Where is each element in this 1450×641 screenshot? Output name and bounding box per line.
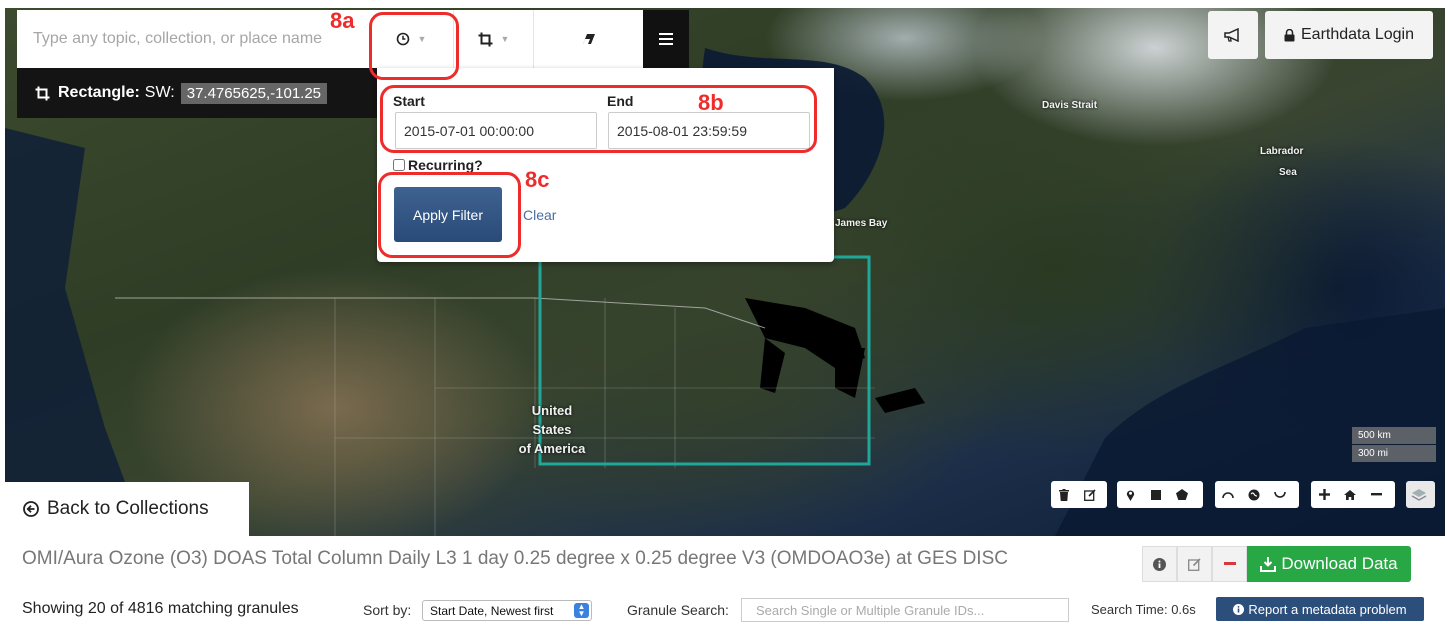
- report-metadata-label: Report a metadata problem: [1248, 601, 1407, 617]
- granule-panel: OMI/Aura Ozone (O3) DOAS Total Column Da…: [5, 536, 1445, 641]
- sort-select[interactable]: Start Date, Newest first ▲ ▼: [422, 600, 592, 621]
- minus-icon: [1370, 493, 1382, 496]
- annotation-label-8a: 8a: [330, 8, 355, 33]
- download-data-button[interactable]: Download Data: [1247, 546, 1411, 582]
- rectangle-label: Rectangle:: [58, 84, 140, 101]
- recurring-label: Recurring?: [408, 157, 483, 173]
- collection-info-button[interactable]: [1142, 546, 1177, 582]
- annotation-label-8b: 8b: [698, 90, 724, 115]
- edit-collection-button[interactable]: [1177, 546, 1212, 582]
- arrow-circle-left-icon: [23, 501, 39, 517]
- draw-rectangle-button[interactable]: [1143, 481, 1169, 508]
- search-input[interactable]: [17, 10, 369, 68]
- edit-icon: [1084, 488, 1096, 501]
- chevron-down-icon: ▼: [417, 34, 427, 44]
- layers-button[interactable]: [1406, 481, 1432, 508]
- trash-icon: [1059, 488, 1069, 501]
- clock-icon: [396, 32, 409, 46]
- layers-icon: [1411, 488, 1427, 501]
- select-arrows-icon: ▲ ▼: [574, 603, 589, 618]
- map-label-usa-line2: States: [532, 422, 572, 437]
- end-label: End: [607, 93, 634, 109]
- draw-edit-controls: [1051, 481, 1107, 508]
- search-time: Search Time: 0.6s: [1091, 602, 1196, 617]
- clear-filters-button[interactable]: [533, 10, 643, 68]
- edit-icon: [1188, 557, 1201, 571]
- home-button[interactable]: [1337, 481, 1363, 508]
- home-icon: [1344, 489, 1356, 500]
- arctic-projection-button[interactable]: [1215, 481, 1241, 508]
- chevron-down-icon: ▼: [500, 34, 510, 44]
- granule-search-input[interactable]: [741, 598, 1069, 622]
- delete-shape-button[interactable]: [1051, 481, 1077, 508]
- recurring-checkbox[interactable]: [393, 159, 405, 171]
- clear-link[interactable]: Clear: [523, 207, 556, 223]
- lock-icon: [1284, 28, 1295, 41]
- eraser-icon: [582, 34, 595, 44]
- start-date-input[interactable]: [395, 112, 597, 149]
- start-label: Start: [393, 93, 425, 109]
- temporal-dropdown: Start End Recurring? Apply Filter Clear: [377, 68, 834, 262]
- antarctic-icon: [1274, 491, 1286, 498]
- minus-icon: [1223, 562, 1236, 565]
- zoom-out-button[interactable]: [1363, 481, 1389, 508]
- collection-title: OMI/Aura Ozone (O3) DOAS Total Column Da…: [22, 548, 1008, 569]
- draw-polygon-button[interactable]: [1169, 481, 1195, 508]
- back-to-collections-button[interactable]: Back to Collections: [5, 482, 249, 536]
- hamburger-icon: [659, 33, 673, 45]
- geographic-projection-button[interactable]: [1241, 481, 1267, 508]
- sort-selected-value: Start Date, Newest first: [430, 603, 554, 618]
- bullhorn-icon: [1224, 28, 1239, 42]
- scale-km: 500 km: [1352, 427, 1436, 444]
- map-label-james-bay: James Bay: [835, 218, 888, 229]
- plus-icon: [1318, 489, 1330, 500]
- recurring-toggle[interactable]: Recurring?: [393, 157, 483, 173]
- remove-collection-button[interactable]: [1212, 546, 1247, 582]
- report-metadata-button[interactable]: Report a metadata problem: [1216, 597, 1424, 621]
- annotation-label-8c: 8c: [525, 167, 550, 192]
- globe-icon: [1248, 489, 1260, 500]
- info-circle-icon: [1233, 603, 1245, 615]
- login-label: Earthdata Login: [1301, 26, 1414, 43]
- granule-search-label: Granule Search:: [627, 602, 729, 618]
- temporal-filter-button[interactable]: ▼: [369, 10, 453, 68]
- crop-icon: [478, 32, 493, 46]
- map-label-usa: United States of America: [517, 401, 587, 458]
- announcements-button[interactable]: [1208, 11, 1258, 59]
- menu-button[interactable]: [643, 10, 689, 68]
- end-date-input[interactable]: [608, 112, 810, 149]
- info-circle-icon: [1153, 557, 1166, 571]
- projection-controls: [1215, 481, 1299, 508]
- draw-shape-controls: [1117, 481, 1203, 508]
- sw-label: SW:: [144, 84, 175, 101]
- layers-control: [1406, 481, 1435, 508]
- pentagon-icon: [1176, 489, 1188, 500]
- map-label-davis-strait: Davis Strait: [1042, 100, 1098, 111]
- map-label-usa-line1: United: [531, 403, 573, 418]
- sort-label: Sort by:: [363, 602, 412, 618]
- spatial-filter-button[interactable]: ▼: [453, 10, 533, 68]
- map-label-labrador-sea-2: Sea: [1279, 167, 1297, 178]
- antarctic-projection-button[interactable]: [1267, 481, 1293, 508]
- earthdata-login-button[interactable]: Earthdata Login: [1265, 11, 1433, 59]
- granule-count-text: Showing 20 of 4816 matching granules: [22, 600, 299, 617]
- sw-coordinate-field[interactable]: 37.4765625,-101.25: [180, 82, 328, 104]
- spatial-rectangle-bar: Rectangle: SW: 37.4765625,-101.25: [17, 68, 377, 118]
- edit-shape-button[interactable]: [1077, 481, 1103, 508]
- map-marker-icon: [1126, 490, 1134, 501]
- zoom-controls: [1311, 481, 1395, 508]
- collection-actions: Download Data: [1142, 546, 1411, 582]
- back-to-collections-label: Back to Collections: [47, 498, 209, 519]
- download-data-label: Download Data: [1281, 554, 1398, 573]
- map-label-usa-line3: of America: [518, 441, 586, 456]
- download-icon: [1260, 556, 1277, 572]
- map-label-labrador-sea-1: Labrador: [1260, 146, 1304, 157]
- square-icon: [1151, 489, 1161, 500]
- arctic-icon: [1222, 491, 1234, 498]
- apply-filter-button[interactable]: Apply Filter: [394, 187, 502, 242]
- scale-mi: 300 mi: [1352, 445, 1436, 462]
- crop-icon: [35, 86, 50, 100]
- draw-point-button[interactable]: [1117, 481, 1143, 508]
- zoom-in-button[interactable]: [1311, 481, 1337, 508]
